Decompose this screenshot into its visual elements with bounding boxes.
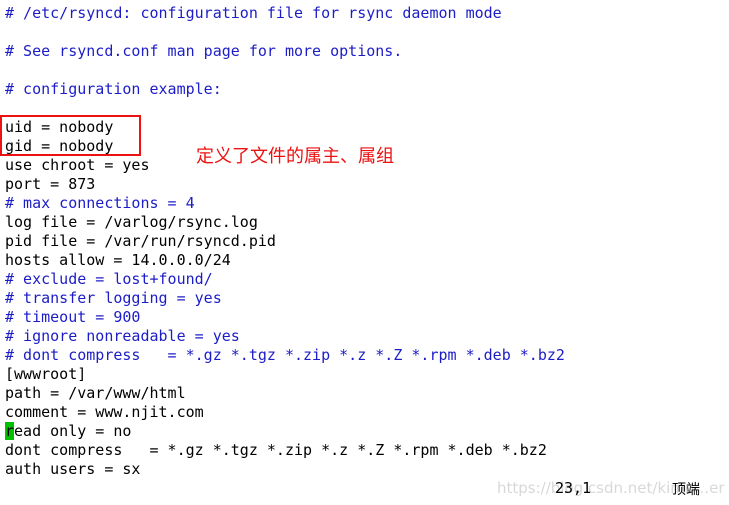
status-cursor-position: 23,1 — [555, 479, 592, 497]
editor-line[interactable]: # max connections = 4 — [5, 194, 565, 213]
editor-line[interactable]: # configuration example: — [5, 80, 565, 99]
editor-line[interactable]: # dont compress = *.gz *.tgz *.zip *.z *… — [5, 346, 565, 365]
editor-line[interactable]: [wwwroot] — [5, 365, 565, 384]
editor-line[interactable]: auth users = sx — [5, 460, 565, 479]
line-text: ead only = no — [14, 422, 132, 440]
editor-line[interactable]: dont compress = *.gz *.tgz *.zip *.z *.Z… — [5, 441, 565, 460]
editor-line[interactable]: # transfer logging = yes — [5, 289, 565, 308]
editor-line[interactable]: comment = www.njit.com — [5, 403, 565, 422]
editor-line[interactable]: hosts allow = 14.0.0.0/24 — [5, 251, 565, 270]
editor-line[interactable] — [5, 23, 565, 42]
editor-line[interactable]: log file = /varlog/rsync.log — [5, 213, 565, 232]
editor-line[interactable]: # See rsyncd.conf man page for more opti… — [5, 42, 565, 61]
text-cursor: r — [5, 422, 15, 440]
editor-line[interactable]: # timeout = 900 — [5, 308, 565, 327]
editor-line[interactable]: read only = no — [5, 422, 565, 441]
annotation-note: 定义了文件的属主、属组 — [196, 146, 394, 167]
editor-line[interactable]: # exclude = lost+found/ — [5, 270, 565, 289]
editor-line[interactable]: # /etc/rsyncd: configuration file for rs… — [5, 4, 565, 23]
highlight-box — [0, 115, 141, 156]
editor-line[interactable]: path = /var/www/html — [5, 384, 565, 403]
editor-line[interactable]: # ignore nonreadable = yes — [5, 327, 565, 346]
editor-line[interactable]: port = 873 — [5, 175, 565, 194]
editor-line[interactable] — [5, 61, 565, 80]
editor-line[interactable]: pid file = /var/run/rsyncd.pid — [5, 232, 565, 251]
vim-editor[interactable]: # /etc/rsyncd: configuration file for rs… — [5, 4, 565, 479]
status-scroll-position: 顶端 — [672, 482, 700, 498]
